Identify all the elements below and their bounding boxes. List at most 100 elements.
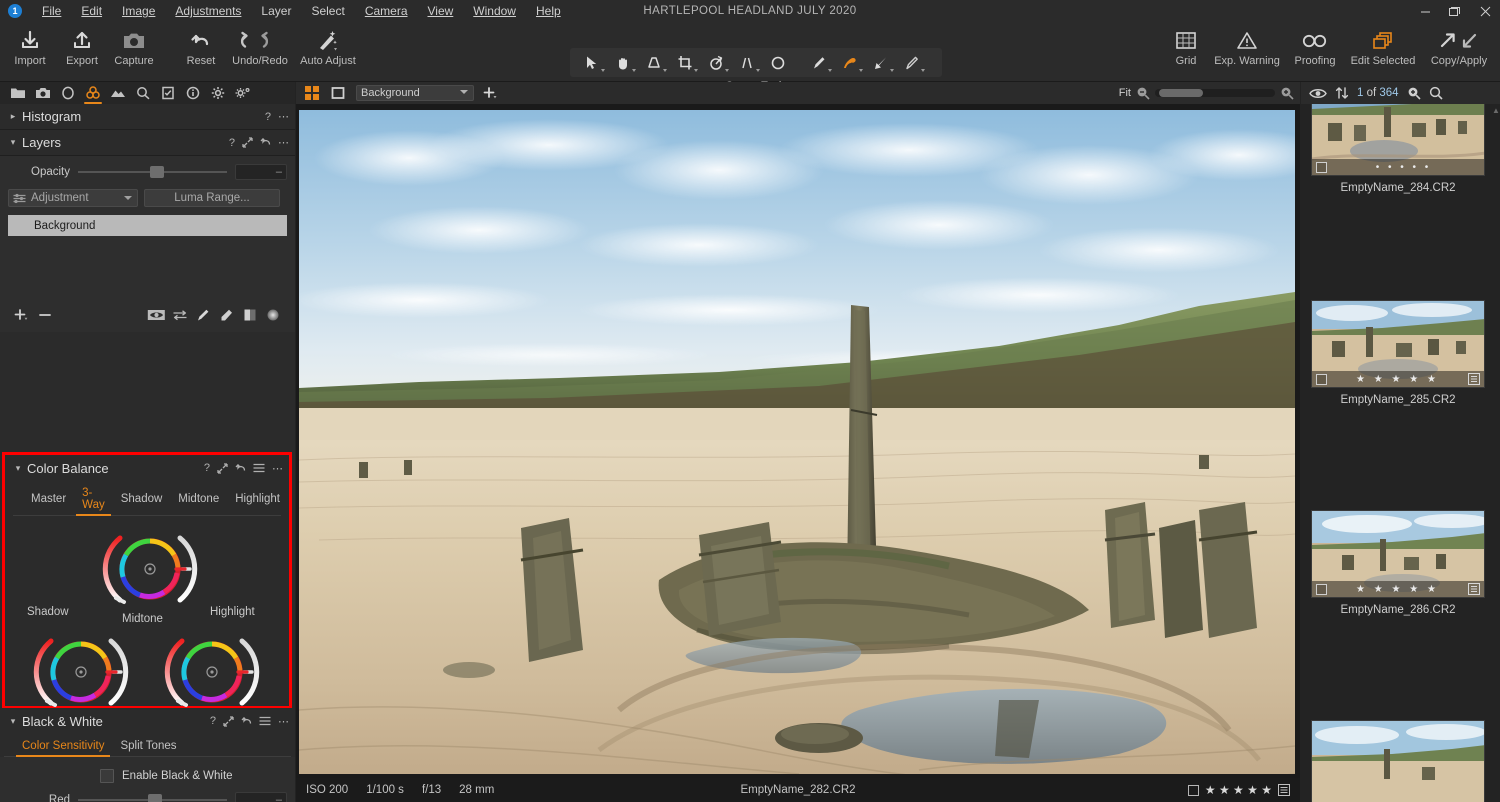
tool-tab-color[interactable] <box>81 82 105 104</box>
chevron-down-icon[interactable]: ▾ <box>11 463 25 474</box>
thumbnail-card[interactable]: • • • • • EmptyName_284.CR2 <box>1311 104 1485 194</box>
minimize-button[interactable] <box>1410 0 1440 22</box>
invert-mask-icon[interactable] <box>168 304 191 326</box>
chevron-down-icon[interactable]: ▾ <box>6 716 20 727</box>
menu-help[interactable]: Help <box>526 2 571 20</box>
layer-selector[interactable]: Background <box>356 85 474 101</box>
presets-menu-icon[interactable] <box>253 463 265 473</box>
thumbnail-image[interactable] <box>1311 720 1485 802</box>
menu-file[interactable]: File <box>32 2 71 20</box>
zoom-slider-knob[interactable] <box>1159 89 1203 97</box>
luma-range-button[interactable]: Luma Range... <box>144 189 280 207</box>
thumbnail-card[interactable]: ★ ★ ★ ★ ★ EmptyName_286.CR2 <box>1311 510 1485 616</box>
exposure-warning-button[interactable]: Exp. Warning <box>1208 22 1286 67</box>
zoom-in-icon[interactable] <box>1280 86 1294 100</box>
menu-layer[interactable]: Layer <box>251 2 301 20</box>
metadata-note-icon[interactable] <box>1278 784 1290 796</box>
rotate-tool[interactable] <box>700 50 731 76</box>
histogram-panel-header[interactable]: ▸ Histogram ? ⋯ <box>0 104 295 130</box>
more-options-icon[interactable]: ⋯ <box>272 462 283 475</box>
import-button[interactable]: Import <box>4 22 56 67</box>
visibility-icon[interactable] <box>1309 87 1327 100</box>
filmstrip-scroll-up[interactable]: ▲ <box>1492 106 1499 115</box>
gradient-mask-tool[interactable] <box>865 50 896 76</box>
menu-edit[interactable]: Edit <box>71 2 112 20</box>
edit-selected-button[interactable]: Edit Selected <box>1344 22 1422 67</box>
more-options-icon[interactable]: ⋯ <box>278 110 289 123</box>
shadow-color-wheel[interactable] <box>21 626 141 716</box>
add-layer-button[interactable] <box>480 84 500 102</box>
grid-button[interactable]: Grid <box>1164 22 1208 67</box>
close-button[interactable] <box>1470 0 1500 22</box>
enable-black-white-row[interactable]: Enable Black & White <box>0 761 295 789</box>
reset-panel-icon[interactable] <box>241 716 252 727</box>
thumbnail-color-tag[interactable] <box>1316 162 1327 173</box>
gradient-mask-icon[interactable] <box>238 304 261 326</box>
reset-panel-icon[interactable] <box>260 137 271 148</box>
capture-button[interactable]: Capture <box>108 22 160 67</box>
thumbnail-color-tag[interactable] <box>1316 584 1327 595</box>
crop-tool[interactable] <box>669 50 700 76</box>
browser-zoom-icon[interactable] <box>1407 86 1421 100</box>
opacity-slider[interactable] <box>78 171 227 173</box>
menu-adjustments[interactable]: Adjustments <box>165 2 251 20</box>
presets-menu-icon[interactable] <box>259 716 271 726</box>
expand-icon[interactable] <box>217 463 228 474</box>
menu-image[interactable]: Image <box>112 2 165 20</box>
single-view-button[interactable] <box>328 84 348 102</box>
enable-black-white-checkbox[interactable] <box>100 769 114 783</box>
more-options-icon[interactable]: ⋯ <box>278 136 289 149</box>
tab-master[interactable]: Master <box>23 491 74 509</box>
copy-apply-button[interactable]: Copy/Apply <box>1422 22 1496 67</box>
menu-camera[interactable]: Camera <box>355 2 418 20</box>
opacity-value[interactable]: – <box>235 164 287 180</box>
undo-redo-button[interactable]: Undo/Redo <box>227 22 293 67</box>
tab-highlight[interactable]: Highlight <box>227 491 288 509</box>
radial-mask-icon[interactable] <box>262 304 285 326</box>
thumbnail-note-icon[interactable] <box>1468 373 1480 385</box>
draw-mask-icon[interactable] <box>192 304 215 326</box>
spot-removal-tool[interactable] <box>762 50 793 76</box>
thumbnail-card[interactable] <box>1311 720 1485 802</box>
zoom-out-icon[interactable] <box>1136 86 1150 100</box>
thumbnail-note-icon[interactable] <box>1468 583 1480 595</box>
main-photo[interactable] <box>299 110 1295 774</box>
color-balance-header[interactable]: ▾ Color Balance ? ⋯ <box>5 455 289 481</box>
tool-tab-batch[interactable] <box>231 82 255 104</box>
image-viewer[interactable]: ISO 200 1/100 s f/13 28 mm EmptyName_282… <box>296 104 1300 802</box>
tool-tab-adjustments[interactable] <box>156 82 180 104</box>
proofing-button[interactable]: Proofing <box>1286 22 1344 67</box>
zoom-slider[interactable] <box>1155 89 1275 97</box>
black-white-header[interactable]: ▾ Black & White ? ⋯ <box>0 708 295 734</box>
thumbnail-image[interactable]: ★ ★ ★ ★ ★ <box>1311 300 1485 388</box>
reset-panel-icon[interactable] <box>235 463 246 474</box>
thumbnail-stars[interactable]: ★ ★ ★ ★ ★ <box>1327 584 1468 595</box>
expand-icon[interactable] <box>242 137 253 148</box>
pan-tool[interactable] <box>607 50 638 76</box>
red-slider-knob[interactable] <box>148 794 162 802</box>
tool-tab-lens[interactable] <box>56 82 80 104</box>
select-tool[interactable] <box>576 50 607 76</box>
keystone-tool[interactable] <box>731 50 762 76</box>
tool-tab-details[interactable] <box>131 82 155 104</box>
opacity-slider-knob[interactable] <box>150 166 164 178</box>
star-rating[interactable]: ★ ★ ★ ★ ★ <box>1205 783 1272 797</box>
tool-tab-capture[interactable] <box>31 82 55 104</box>
restore-button[interactable] <box>1440 0 1470 22</box>
thumbnail-stars[interactable]: • • • • • <box>1327 162 1480 173</box>
thumbnail-stars[interactable]: ★ ★ ★ ★ ★ <box>1327 374 1468 385</box>
red-slider[interactable] <box>78 799 227 801</box>
tool-tab-exposure[interactable] <box>106 82 130 104</box>
thumbnail-image[interactable]: • • • • • <box>1311 104 1485 176</box>
browser-search-icon[interactable] <box>1429 86 1443 100</box>
thumbnail-color-tag[interactable] <box>1316 374 1327 385</box>
tool-tab-metadata[interactable] <box>181 82 205 104</box>
add-layer-icon[interactable] <box>10 304 33 326</box>
tab-midtone[interactable]: Midtone <box>170 491 227 509</box>
highlight-color-wheel[interactable] <box>152 626 272 716</box>
draw-mask-tool[interactable] <box>803 50 834 76</box>
sort-order-icon[interactable] <box>1335 86 1349 100</box>
layers-panel-header[interactable]: ▾ Layers ? ⋯ <box>0 130 295 156</box>
tab-3way[interactable]: 3-Way <box>74 485 113 515</box>
view-mask-icon[interactable] <box>145 304 168 326</box>
